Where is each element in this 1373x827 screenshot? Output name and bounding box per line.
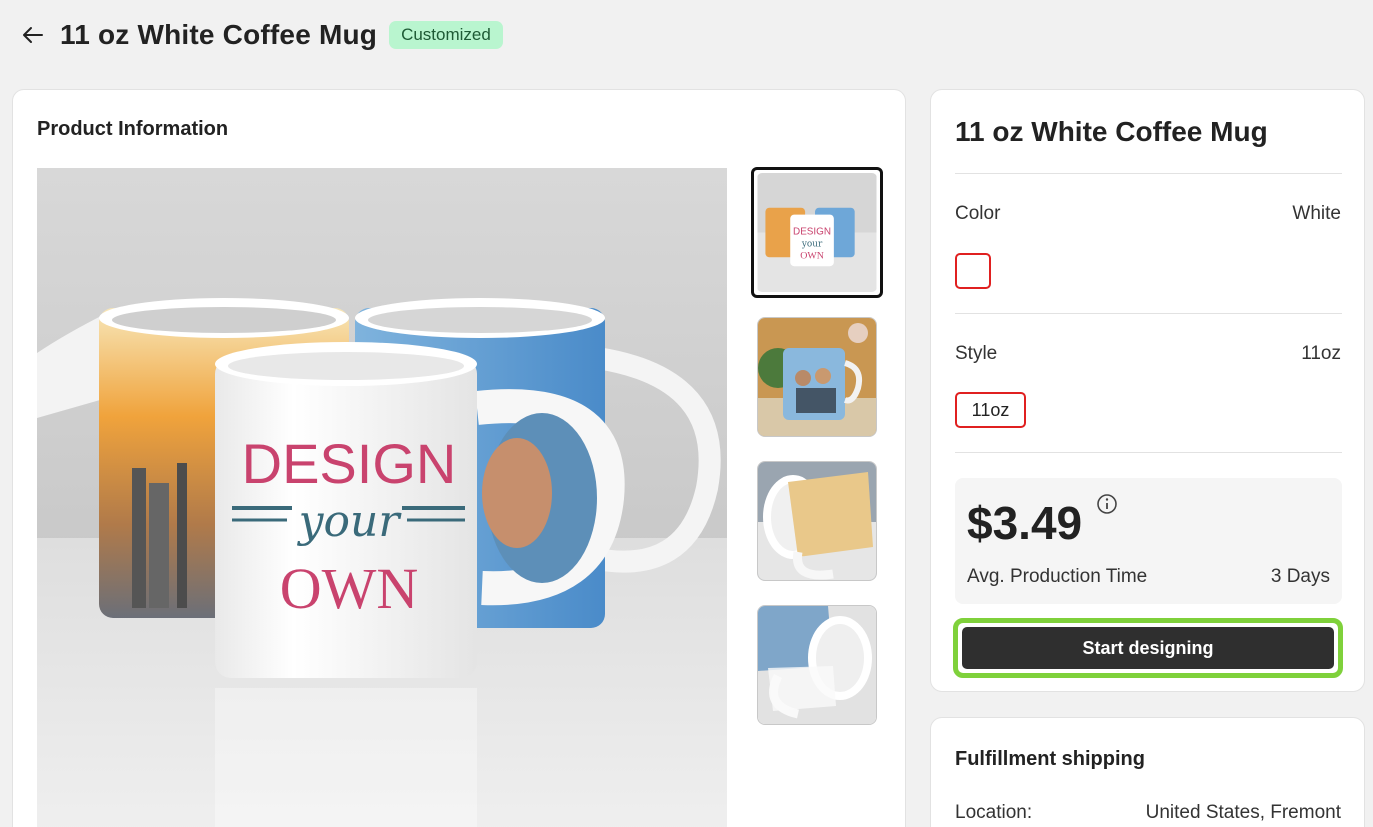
thumbnail-three-mugs[interactable]: DESIGN your OWN: [751, 167, 883, 298]
product-details-card: 11 oz White Coffee Mug Color White Style…: [930, 89, 1365, 692]
svg-text:your: your: [801, 239, 823, 249]
style-value: 11oz: [1301, 343, 1341, 364]
divider: [955, 173, 1342, 174]
mug-text-own: OWN: [280, 556, 419, 621]
section-title: Product Information: [37, 118, 229, 140]
divider: [955, 452, 1342, 453]
color-swatch-white[interactable]: [955, 253, 991, 289]
top-bar: 11 oz White Coffee Mug Customized: [0, 0, 1373, 70]
price: $3.49: [967, 497, 1083, 549]
thumbnail-mug-side[interactable]: [757, 461, 877, 581]
thumbnail-family-mug[interactable]: [757, 317, 877, 437]
main-product-image: DESIGN your OWN: [37, 168, 727, 827]
shipping-title: Fulfillment shipping: [955, 748, 1145, 770]
page-title: 11 oz White Coffee Mug: [60, 19, 378, 50]
arrow-left-icon[interactable]: [22, 26, 44, 44]
production-time-value: 3 Days: [1270, 566, 1330, 587]
product-title: 11 oz White Coffee Mug: [955, 116, 1268, 147]
svg-text:DESIGN: DESIGN: [793, 226, 831, 237]
mug-text-design: DESIGN: [242, 432, 457, 495]
start-designing-button[interactable]: Start designing: [962, 627, 1334, 669]
svg-text:OWN: OWN: [800, 250, 824, 261]
price-box: $3.49 Avg. Production Time 3 Days: [955, 478, 1342, 604]
production-time-label: Avg. Production Time: [967, 566, 1148, 587]
status-badge: Customized: [389, 21, 503, 49]
location-value: United States, Fremont: [1145, 802, 1341, 823]
back-button[interactable]: [20, 22, 46, 48]
fulfillment-shipping-card: Fulfillment shipping Location: United St…: [930, 717, 1365, 827]
style-label: Style: [955, 343, 998, 364]
divider: [955, 313, 1342, 314]
info-circle-icon[interactable]: [1096, 493, 1118, 515]
style-option-11oz[interactable]: 11oz: [955, 392, 1026, 428]
location-label: Location:: [955, 802, 1033, 823]
start-designing-highlight: Start designing: [953, 618, 1343, 678]
product-information-card: Product Information DESIGN your OWN DESI…: [12, 89, 906, 827]
color-value: White: [1292, 203, 1341, 224]
color-label: Color: [955, 203, 1001, 224]
thumbnail-mug-tilted[interactable]: [757, 605, 877, 725]
mug-text-your: your: [297, 496, 403, 547]
